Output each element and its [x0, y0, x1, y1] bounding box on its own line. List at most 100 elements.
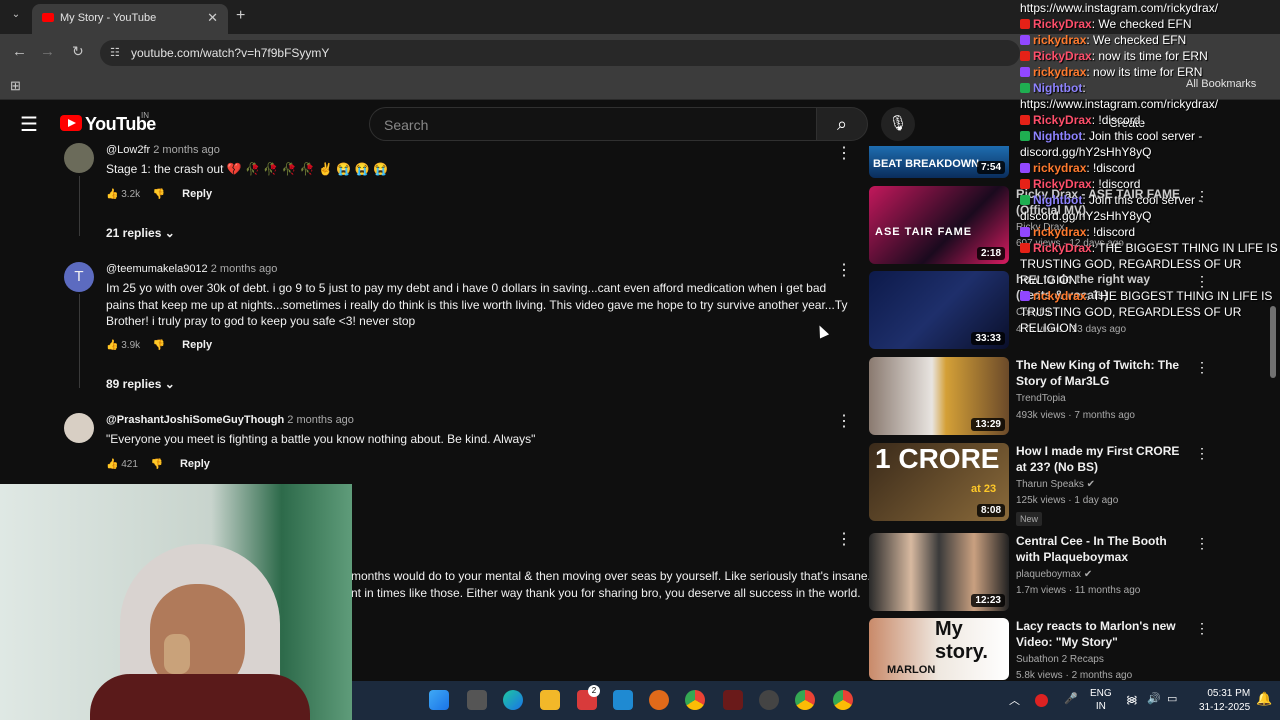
menu-icon[interactable]: ☰	[20, 112, 38, 137]
like-icon[interactable]: 👍	[106, 459, 118, 470]
start-icon[interactable]	[429, 690, 449, 710]
apps-grid-icon[interactable]: ⊞	[10, 78, 21, 94]
comment-author[interactable]: @PrashantJoshiSomeGuyThough 2 months ago	[106, 414, 354, 426]
forward-icon[interactable]: →	[40, 43, 55, 60]
chat-message: : We checked EFN	[1086, 33, 1187, 47]
video-thumbnail[interactable]: 13:29	[869, 357, 1009, 435]
comment-author[interactable]: @Low2fr 2 months ago	[106, 144, 220, 156]
voice-search-button[interactable]: 🎙	[881, 107, 915, 141]
chrome-icon[interactable]	[833, 690, 853, 710]
video-thumbnail[interactable]: 12:23	[869, 533, 1009, 611]
microphone-icon	[164, 634, 190, 674]
chat-badge-icon	[1020, 83, 1030, 93]
avatar[interactable]: T	[64, 262, 94, 292]
thumbnail-text: 1 CRORE	[875, 443, 1000, 474]
thumbnail-text: My story.	[935, 618, 988, 663]
app-icon[interactable]	[649, 690, 669, 710]
video-menu-icon[interactable]: ⋮	[1195, 359, 1209, 376]
comment-menu-icon[interactable]: ⋮	[836, 260, 852, 280]
video-title[interactable]: How I made my First CRORE at 23? (No BS)	[1016, 443, 1181, 475]
new-tab-button[interactable]: +	[236, 7, 245, 25]
avatar[interactable]	[64, 143, 94, 173]
chat-badge-icon	[1020, 163, 1030, 173]
back-icon[interactable]: ←	[12, 43, 27, 60]
like-count: 3.9k	[121, 340, 141, 351]
battery-icon[interactable]: ▭	[1167, 692, 1177, 705]
video-title[interactable]: The New King of Twitch: The Story of Mar…	[1016, 357, 1181, 389]
reply-button[interactable]: Reply	[182, 188, 212, 200]
reply-button[interactable]: Reply	[182, 339, 212, 351]
video-menu-icon[interactable]: ⋮	[1195, 445, 1209, 462]
tab-close-icon[interactable]: ✕	[207, 10, 218, 26]
chat-username: RickyDrax	[1033, 113, 1092, 127]
video-thumbnail[interactable]: 33:33	[869, 271, 1009, 349]
channel-name[interactable]: TrendTopia	[1016, 393, 1066, 404]
channel-name[interactable]: Tharun Speaks ✔	[1016, 479, 1095, 490]
replies-toggle[interactable]: 21 replies ⌄	[106, 226, 175, 240]
comment-menu-icon[interactable]: ⋮	[836, 529, 852, 549]
chat-message: : !discord	[1091, 113, 1141, 127]
video-thumbnail[interactable]: BEAT BREAKDOWN 7:54	[869, 146, 1009, 178]
volume-icon[interactable]: 🔊	[1147, 692, 1161, 705]
video-thumbnail[interactable]: 1 CRORE at 23 8:08	[869, 443, 1009, 521]
comment-author[interactable]: @teemumakela9012 2 months ago	[106, 263, 277, 275]
dislike-icon[interactable]: 👎	[151, 459, 163, 470]
chat-badge-icon	[1020, 67, 1030, 77]
comment-menu-icon[interactable]: ⋮	[836, 411, 852, 431]
chat-username: Nightbot	[1033, 129, 1083, 143]
chrome-icon[interactable]	[795, 690, 815, 710]
video-thumbnail[interactable]: ASE TAIR FAME 2:18	[869, 186, 1009, 264]
notification-badge: 2	[588, 685, 600, 697]
youtube-logo-icon[interactable]	[60, 115, 82, 131]
chat-line: Nightbot: Join this cool server -	[1020, 192, 1280, 208]
avatar[interactable]	[64, 413, 94, 443]
dislike-icon[interactable]: 👎	[153, 340, 165, 351]
chat-line: discord.gg/hY2sHhY8yQ	[1020, 144, 1280, 160]
app-icon[interactable]	[723, 690, 743, 710]
notification-bell-icon[interactable]: 🔔	[1256, 691, 1272, 707]
clock[interactable]: 05:31 PM 31-12-2025	[1199, 687, 1250, 715]
reply-button[interactable]: Reply	[180, 458, 210, 470]
channel-name[interactable]: Subathon 2 Recaps	[1016, 654, 1104, 665]
chat-message: : Join this cool server -	[1082, 193, 1203, 207]
wifi-icon[interactable]: ᯼	[1126, 692, 1138, 707]
search-button[interactable]: ⌕	[816, 107, 868, 141]
chat-line: https://www.instagram.com/rickydrax/	[1020, 96, 1280, 112]
channel-name[interactable]: plaqueboymax ✔	[1016, 569, 1092, 580]
file-explorer-icon[interactable]	[540, 690, 560, 710]
record-icon[interactable]	[1035, 694, 1048, 707]
language-indicator[interactable]: ENG IN	[1090, 687, 1112, 713]
video-menu-icon[interactable]: ⋮	[1195, 535, 1209, 552]
like-count: 3.2k	[121, 189, 141, 200]
edge-icon[interactable]	[503, 690, 523, 710]
search-input[interactable]: Search	[369, 107, 817, 141]
chat-badge-icon	[1020, 115, 1030, 125]
reload-icon[interactable]: ↻	[72, 43, 84, 60]
obs-icon[interactable]	[759, 690, 779, 710]
vscode-icon[interactable]	[613, 690, 633, 710]
tab-search-icon[interactable]: ⌄	[8, 9, 24, 25]
video-duration: 7:54	[976, 161, 1005, 174]
chat-line: Nightbot: Join this cool server -	[1020, 128, 1280, 144]
chat-message: : now its time for ERN	[1086, 65, 1203, 79]
chat-badge-icon	[1020, 243, 1030, 253]
site-info-icon[interactable]: ☷	[110, 46, 120, 59]
tray-chevron-icon[interactable]: ︿	[1009, 692, 1020, 708]
address-bar[interactable]: ☷ youtube.com/watch?v=h7f9bFSyymY	[100, 40, 1020, 66]
replies-toggle[interactable]: 89 replies ⌄	[106, 377, 175, 391]
video-title[interactable]: Central Cee - In The Booth with Plaquebo…	[1016, 533, 1181, 565]
video-menu-icon[interactable]: ⋮	[1195, 620, 1209, 637]
chat-line: rickydrax: We checked EFN	[1020, 32, 1280, 48]
video-thumbnail[interactable]: My story. MARLON	[869, 618, 1009, 680]
like-icon[interactable]: 👍	[106, 189, 118, 200]
chat-line: RELIGION	[1020, 320, 1280, 336]
video-title[interactable]: Lacy reacts to Marlon's new Video: "My S…	[1016, 618, 1181, 650]
like-icon[interactable]: 👍	[106, 340, 118, 351]
chrome-icon[interactable]	[685, 690, 705, 710]
comment-menu-icon[interactable]: ⋮	[836, 143, 852, 163]
chat-username: rickydrax	[1033, 225, 1087, 239]
task-view-icon[interactable]	[467, 690, 487, 710]
tab-my-story[interactable]: My Story - YouTube ✕	[32, 4, 228, 34]
mic-tray-icon[interactable]: 🎤	[1064, 692, 1078, 705]
dislike-icon[interactable]: 👎	[153, 189, 165, 200]
